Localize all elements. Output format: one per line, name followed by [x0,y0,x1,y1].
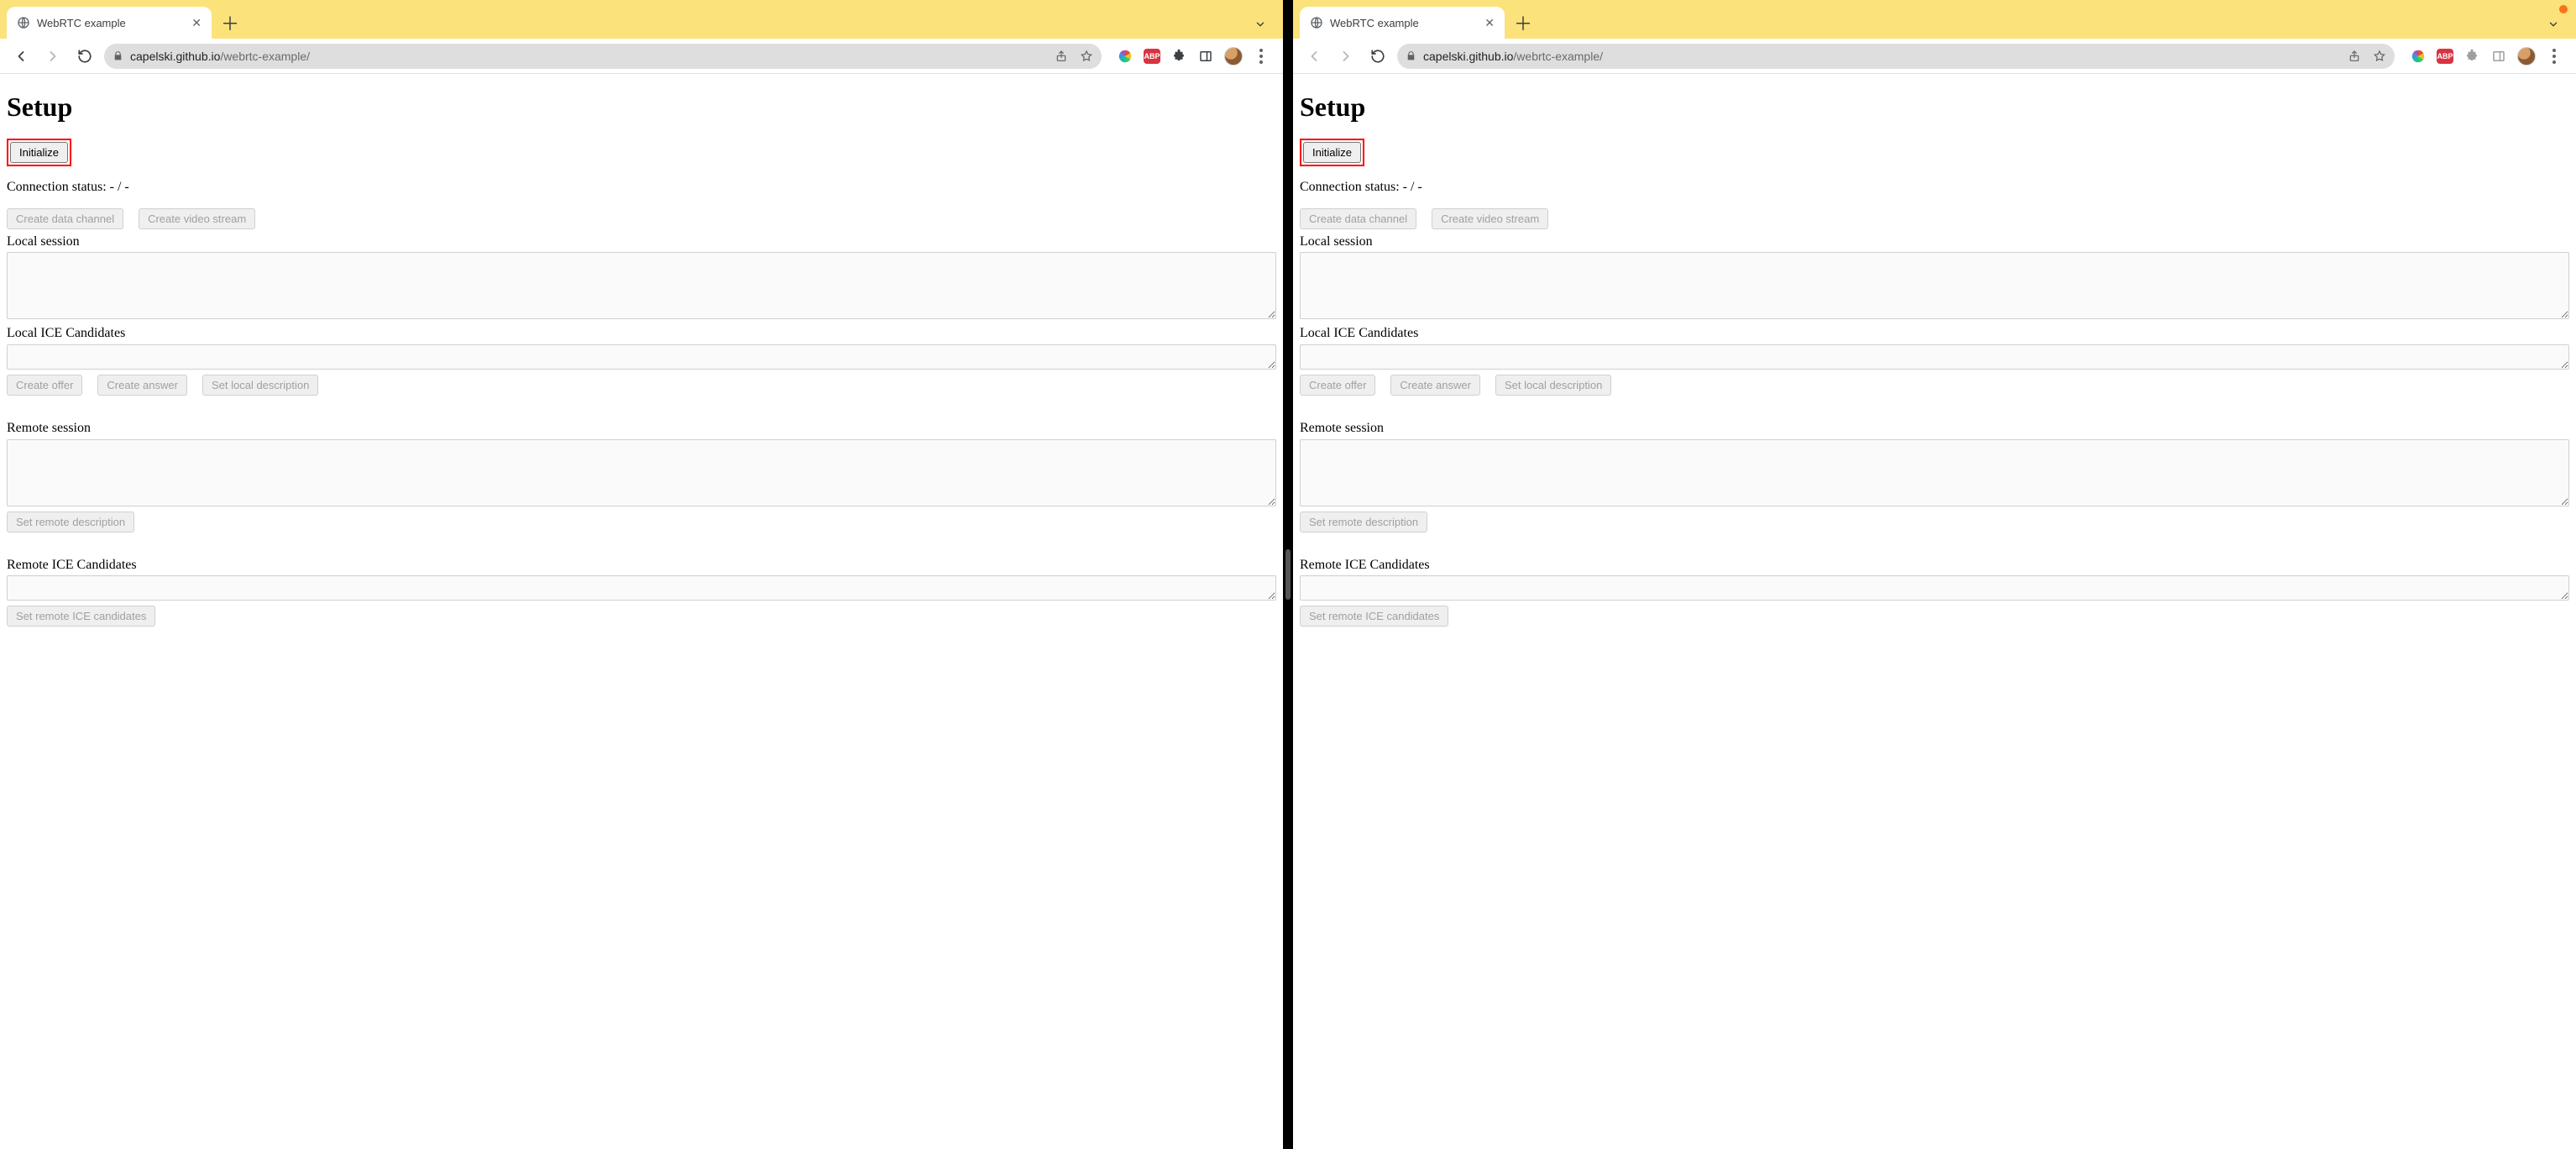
lock-icon [1406,50,1416,61]
extensions-icon[interactable] [2463,48,2480,65]
close-icon[interactable]: ✕ [1483,14,1496,32]
back-button [1301,44,1327,69]
page-content: Setup Initialize Connection status: - / … [0,74,1283,1149]
new-tab-button[interactable]: ＋ [1510,9,1537,36]
connection-status-value: - / - [110,180,129,194]
create-offer-button[interactable]: Create offer [7,375,82,396]
toolbar: capelski.github.io/webrtc-example/ ABP [1293,39,2576,74]
address-bar[interactable]: capelski.github.io/webrtc-example/ [104,44,1102,69]
extensions-area: ABP [1108,47,1275,66]
local-ice-label: Local ICE Candidates [7,324,1276,343]
lock-icon [113,50,123,61]
connection-status-value: - / - [1403,180,1422,194]
reader-panel-icon[interactable] [1197,48,1214,65]
create-data-channel-button[interactable]: Create data channel [7,208,123,229]
set-local-description-button[interactable]: Set local description [1495,375,1611,396]
share-icon[interactable] [2348,50,2361,63]
kebab-menu-icon[interactable] [2546,49,2563,64]
globe-icon [1310,16,1323,29]
remote-session-label: Remote session [1300,419,2569,438]
set-remote-ice-button[interactable]: Set remote ICE candidates [7,606,155,627]
back-button[interactable] [8,44,34,69]
reader-panel-icon[interactable] [2490,48,2507,65]
tab-strip: WebRTC example ✕ ＋ [1293,0,2576,39]
browser-tab[interactable]: WebRTC example ✕ [7,7,212,39]
local-ice-label: Local ICE Candidates [1300,324,2569,343]
adblock-icon[interactable]: ABP [1144,49,1160,64]
set-remote-description-button[interactable]: Set remote description [1300,512,1427,533]
tabs-dropdown-icon[interactable] [2547,18,2559,30]
profile-avatar[interactable] [2517,47,2536,66]
connection-status: Connection status: - / - [7,178,1276,197]
remote-session-field[interactable] [1300,439,2569,506]
set-local-description-button[interactable]: Set local description [202,375,318,396]
close-icon[interactable]: ✕ [190,14,203,32]
forward-button [1333,44,1359,69]
tab-strip: WebRTC example ✕ ＋ [0,0,1283,39]
page-title: Setup [1300,89,2569,125]
remote-ice-label: Remote ICE Candidates [1300,556,2569,574]
create-answer-button[interactable]: Create answer [1390,375,1480,396]
colorwheel-icon[interactable] [1117,48,1134,65]
globe-icon [17,16,30,29]
remote-ice-field[interactable] [7,575,1276,601]
initialize-highlight: Initialize [1300,139,1364,166]
colorwheel-icon[interactable] [2410,48,2427,65]
browser-window: WebRTC example ✕ ＋ capelski.github.io/we… [0,0,1283,1149]
browser-tab[interactable]: WebRTC example ✕ [1300,7,1505,39]
bookmark-icon[interactable] [2373,50,2386,63]
set-remote-ice-button[interactable]: Set remote ICE candidates [1300,606,1448,627]
remote-ice-label: Remote ICE Candidates [7,556,1276,574]
forward-button [40,44,65,69]
remote-session-field[interactable] [7,439,1276,506]
window-divider[interactable] [1283,0,1293,1149]
local-session-label: Local session [1300,233,2569,251]
profile-avatar[interactable] [1224,47,1243,66]
local-ice-field[interactable] [7,344,1276,370]
tab-title: WebRTC example [37,17,126,29]
toolbar: capelski.github.io/webrtc-example/ ABP [0,39,1283,74]
new-tab-button[interactable]: ＋ [217,9,243,36]
create-video-stream-button[interactable]: Create video stream [1432,208,1548,229]
tabs-dropdown-icon[interactable] [1254,18,1266,30]
page-title: Setup [7,89,1276,125]
reload-button[interactable] [72,44,97,69]
url-text: capelski.github.io/webrtc-example/ [130,50,310,63]
adblock-icon[interactable]: ABP [2437,49,2453,64]
local-ice-field[interactable] [1300,344,2569,370]
initialize-highlight: Initialize [7,139,71,166]
extensions-icon[interactable] [1170,48,1187,65]
connection-status: Connection status: - / - [1300,178,2569,197]
page-content: Setup Initialize Connection status: - / … [1293,74,2576,1149]
initialize-button[interactable]: Initialize [1303,142,1361,163]
tab-title: WebRTC example [1330,17,1419,29]
browser-window: WebRTC example ✕ ＋ capelski.github.io/we… [1293,0,2576,1149]
address-bar[interactable]: capelski.github.io/webrtc-example/ [1397,44,2395,69]
create-data-channel-button[interactable]: Create data channel [1300,208,1416,229]
extensions-area: ABP [2401,47,2568,66]
set-remote-description-button[interactable]: Set remote description [7,512,134,533]
url-text: capelski.github.io/webrtc-example/ [1423,50,1603,63]
local-session-field[interactable] [7,252,1276,319]
bookmark-icon[interactable] [1080,50,1093,63]
local-session-field[interactable] [1300,252,2569,319]
kebab-menu-icon[interactable] [1253,49,1270,64]
create-offer-button[interactable]: Create offer [1300,375,1375,396]
remote-session-label: Remote session [7,419,1276,438]
create-answer-button[interactable]: Create answer [97,375,187,396]
share-icon[interactable] [1055,50,1068,63]
window-control-dot[interactable] [2559,5,2568,13]
remote-ice-field[interactable] [1300,575,2569,601]
reload-button[interactable] [1365,44,1390,69]
initialize-button[interactable]: Initialize [10,142,68,163]
create-video-stream-button[interactable]: Create video stream [139,208,255,229]
local-session-label: Local session [7,233,1276,251]
